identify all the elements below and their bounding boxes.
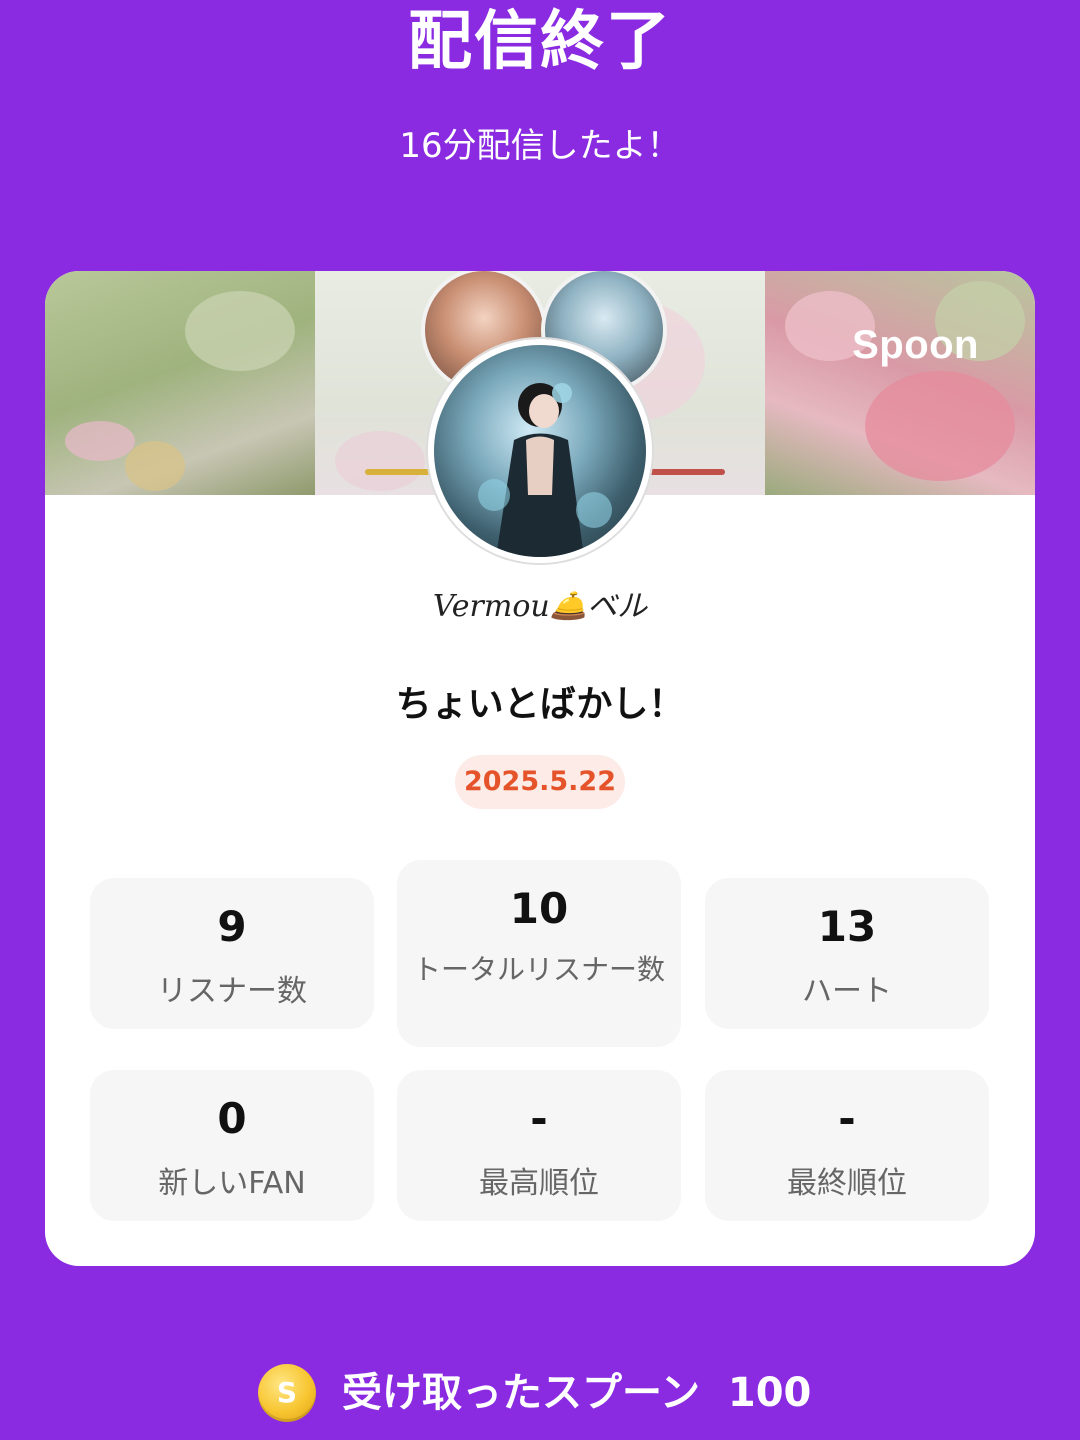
stream-title: ちょいとばかし！ [395,684,685,725]
spoons-received: S 受け取ったスプーン 100 [0,1358,1080,1428]
host-avatar-image [478,383,612,557]
stat-label: 最終順位 [787,1166,907,1201]
stat-label: 最高順位 [479,1166,599,1201]
page-title: 配信終了 [408,5,672,79]
spoon-coin-icon: S [258,1364,316,1422]
stat-total-listeners: 10 トータルリスナー数 [397,860,681,1047]
spoons-received-label: 受け取ったスプーン [342,1370,700,1416]
stat-new-fans: 0 新しいFAN [90,1070,374,1221]
spoons-received-text: 受け取ったスプーン 100 [342,1364,811,1422]
stat-label: 新しいFAN [158,1166,306,1201]
stat-hearts: 13 ハート [705,878,989,1029]
broadcast-summary-card: Spoon Vermou🛎️ベル ちょいとばかし！ 2025.5.22 9 リス… [45,271,1035,1266]
stat-value: 9 [217,902,247,951]
stat-value: 0 [217,1094,247,1143]
host-avatar[interactable] [428,339,652,563]
stat-listeners: 9 リスナー数 [90,878,374,1029]
stat-highest-rank: - 最高順位 [397,1070,681,1221]
spoon-logo: Spoon [852,323,979,367]
host-username[interactable]: Vermou🛎️ベル [45,581,1035,625]
stat-final-rank: - 最終順位 [705,1070,989,1221]
broadcast-duration-text: 16分配信したよ！ [399,126,681,166]
banner-image-right [765,271,1035,495]
stat-value: - [530,1094,548,1143]
stat-label: トータルリスナー数 [412,953,665,986]
stat-value: 10 [509,884,569,933]
stat-label: ハート [802,974,892,1009]
stat-value: 13 [817,902,877,951]
broadcast-date-badge: 2025.5.22 [455,755,625,809]
spoons-received-value: 100 [727,1370,812,1416]
stat-value: - [838,1094,856,1143]
stat-label: リスナー数 [157,974,307,1009]
banner-image-left [45,271,315,495]
